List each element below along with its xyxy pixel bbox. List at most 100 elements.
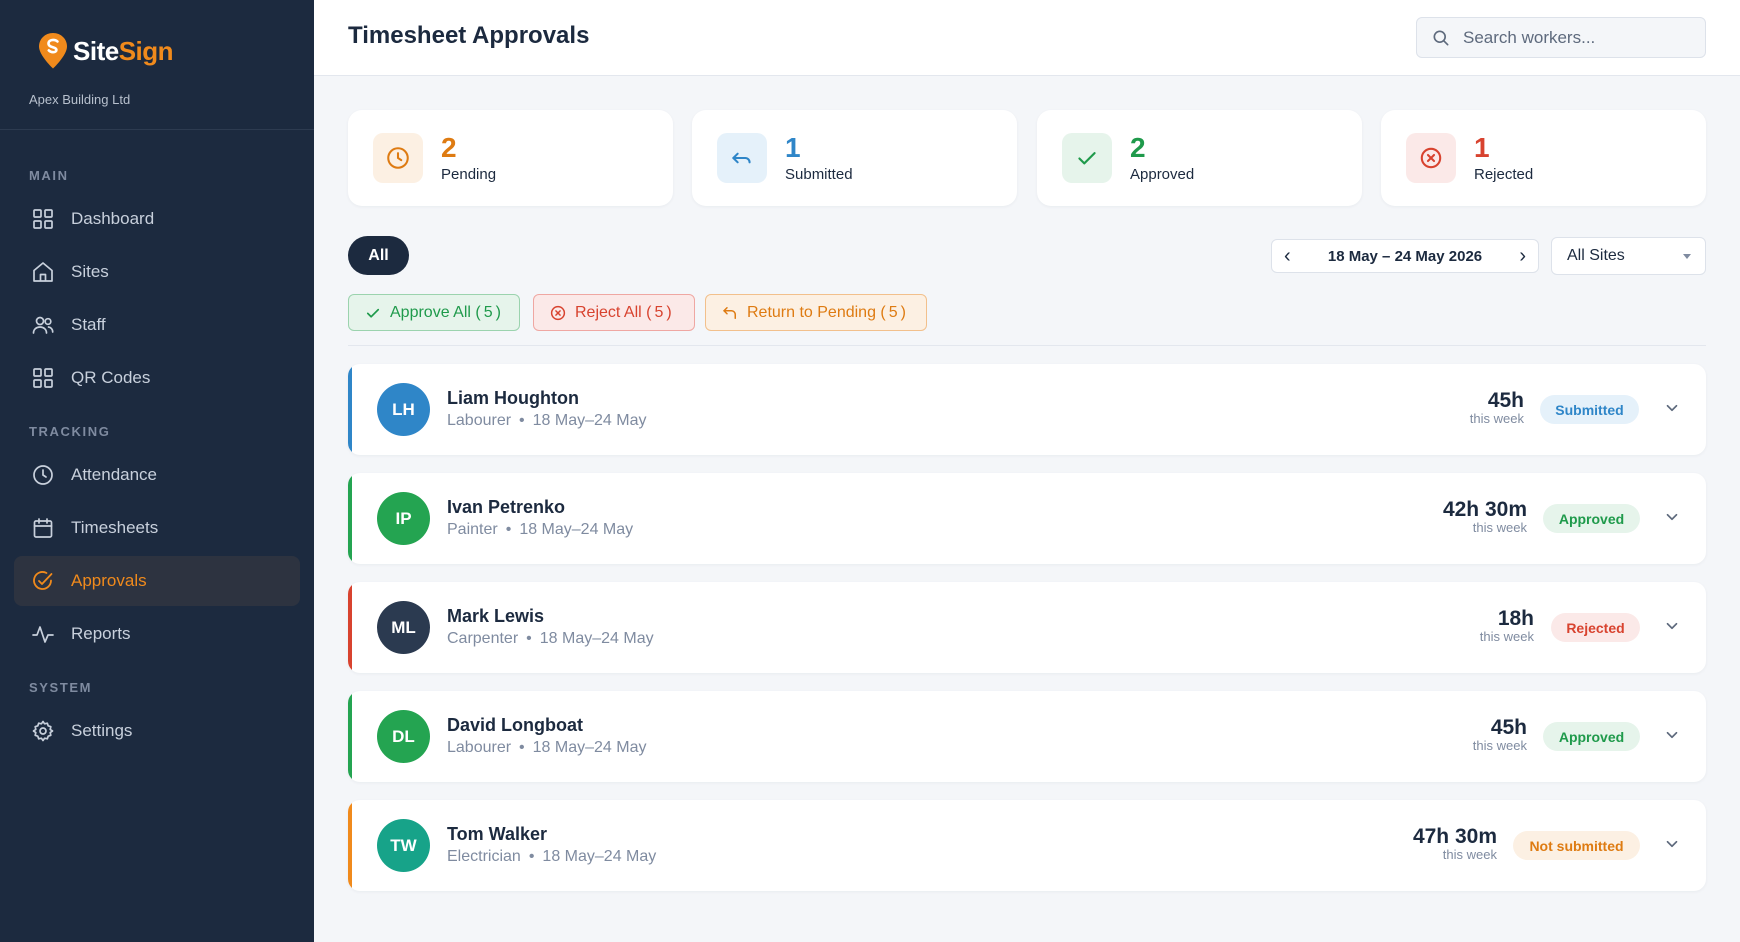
status-badge: Rejected (1551, 613, 1640, 642)
clock-icon (387, 147, 409, 169)
chevron-down-icon[interactable] (1663, 835, 1681, 853)
avatar: TW (377, 819, 430, 872)
worker-row[interactable]: TW Tom Walker Electrician • 18 May–24 May … (348, 800, 1706, 891)
worker-period: 18 May–24 May (532, 412, 647, 429)
worker-role: Labourer (447, 739, 512, 756)
stat-label: Pending (441, 166, 497, 183)
worker-meta: Labourer • 18 May–24 May (447, 739, 647, 757)
hours-value: 18h (1497, 607, 1534, 630)
reject-all-close: ) (666, 303, 672, 321)
check-icon (366, 308, 380, 318)
prev-week-button[interactable]: ‹ (1284, 245, 1291, 268)
stat-icon-rejected (1406, 133, 1456, 183)
sidebar-item-label: Attendance (71, 465, 158, 484)
sitesign-logo[interactable]: SiteSign (37, 32, 314, 70)
divider (348, 345, 1706, 346)
worker-name: Ivan Petrenko (447, 497, 566, 517)
nav-section-system: SYSTEM (29, 680, 93, 695)
sidebar: SiteSign Apex Building Ltd MAIN Dashboar… (0, 0, 314, 942)
logo-word-site: Site (73, 35, 119, 66)
hours-note: this week (1479, 629, 1534, 644)
chevron-down-icon[interactable] (1663, 508, 1681, 526)
sidebar-item-label: Settings (71, 721, 133, 740)
worker-row[interactable]: LH Liam Houghton Labourer • 18 May–24 May … (348, 364, 1706, 455)
worker-row[interactable]: ML Mark Lewis Carpenter • 18 May–24 May 18… (348, 582, 1706, 673)
check-icon (1078, 152, 1096, 165)
next-week-button[interactable]: › (1519, 245, 1526, 268)
status-badge: Not submitted (1513, 831, 1640, 860)
worker-role: Carpenter (447, 630, 519, 647)
worker-name: Tom Walker (447, 824, 548, 844)
search-box[interactable] (1416, 17, 1706, 58)
separator-dot: • (519, 412, 525, 429)
hours-note: this week (1472, 520, 1527, 535)
avatar: LH (377, 383, 430, 436)
sidebar-item-qr-codes[interactable]: QR Codes (14, 353, 300, 403)
logo-pin-icon (39, 33, 67, 69)
stat-card-submitted[interactable]: 1 Submitted (692, 110, 1017, 206)
hours-value: 42h 30m (1442, 498, 1527, 521)
status-accent-bar (348, 473, 352, 564)
status-badge: Approved (1543, 504, 1640, 533)
stat-icon-approved (1062, 133, 1112, 183)
worker-meta: Electrician • 18 May–24 May (447, 848, 656, 866)
chevron-down-icon[interactable] (1663, 399, 1681, 417)
sidebar-item-attendance[interactable]: Attendance (14, 450, 300, 500)
separator-dot: • (505, 521, 512, 538)
site-select[interactable]: All Sites (1551, 237, 1706, 275)
status-accent-bar (348, 364, 352, 455)
hours-value: 45h (1487, 389, 1524, 412)
avatar: DL (377, 710, 430, 763)
stat-icon-pending (373, 133, 423, 183)
reject-all-button[interactable]: Reject All ( 5 ) (533, 294, 695, 331)
grid-icon (33, 209, 53, 229)
filter-tab-all[interactable]: All (348, 236, 409, 275)
sidebar-item-approvals[interactable]: Approvals (14, 556, 300, 606)
chevron-down-icon[interactable] (1663, 617, 1681, 635)
site-select-value: All Sites (1567, 247, 1625, 264)
logo-word-sign: Sign (118, 35, 174, 66)
worker-name: Liam Houghton (447, 388, 579, 408)
separator-dot: • (519, 739, 525, 756)
return-icon (723, 306, 736, 319)
brand: SiteSign Apex Building Ltd (0, 0, 314, 130)
stat-card-pending[interactable]: 2 Pending (348, 110, 673, 206)
logo-text: SiteSign (73, 35, 174, 67)
sidebar-item-sites[interactable]: Sites (14, 247, 300, 297)
status-accent-bar (348, 691, 352, 782)
hours-block: 47h 30m this week (1413, 826, 1497, 862)
worker-row[interactable]: IP Ivan Petrenko Painter • 18 May–24 May 4… (348, 473, 1706, 564)
sidebar-item-settings[interactable]: Settings (14, 706, 300, 756)
x-circle-icon (1420, 147, 1442, 169)
approve-all-close: ) (495, 303, 501, 321)
stat-label: Approved (1130, 166, 1195, 183)
sidebar-item-timesheets[interactable]: Timesheets (14, 503, 300, 553)
stat-card-approved[interactable]: 2 Approved (1037, 110, 1362, 206)
worker-role: Painter (447, 521, 498, 538)
top-bar: Timesheet Approvals (314, 0, 1740, 76)
stat-value: 2 (1130, 132, 1146, 163)
worker-meta: Painter • 18 May–24 May (447, 521, 633, 539)
search-icon (1433, 30, 1449, 46)
worker-row[interactable]: DL David Longboat Labourer • 18 May–24 May… (348, 691, 1706, 782)
status-badge: Submitted (1540, 395, 1639, 424)
home-icon (33, 262, 53, 282)
sidebar-item-label: Reports (71, 624, 131, 643)
clock-icon (33, 465, 53, 485)
status-accent-bar (348, 582, 352, 673)
reject-all-label: Reject All ( (575, 303, 652, 321)
stat-label: Submitted (785, 166, 853, 183)
return-to-pending-count: 5 (888, 303, 898, 321)
chevron-down-icon[interactable] (1663, 726, 1681, 744)
stat-card-rejected[interactable]: 1 Rejected (1381, 110, 1706, 206)
return-to-pending-button[interactable]: Return to Pending ( 5 ) (705, 294, 927, 331)
activity-icon (32, 626, 54, 643)
sidebar-item-reports[interactable]: Reports (14, 609, 300, 659)
nav-section-main: MAIN (29, 168, 69, 183)
sidebar-item-dashboard[interactable]: Dashboard (14, 194, 300, 244)
worker-period: 18 May–24 May (532, 739, 647, 756)
worker-name: David Longboat (447, 715, 583, 735)
search-input[interactable] (1463, 27, 1693, 48)
approve-all-button[interactable]: Approve All ( 5 ) (348, 294, 520, 331)
sidebar-item-staff[interactable]: Staff (14, 300, 300, 350)
